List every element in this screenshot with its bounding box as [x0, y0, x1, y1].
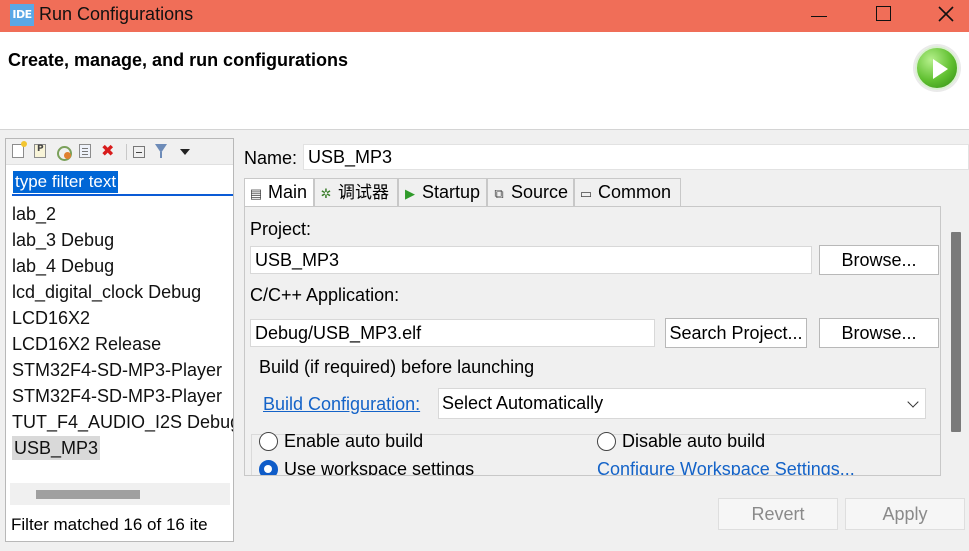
list-item-label: lab_2	[12, 204, 57, 224]
configure-workspace-settings-link[interactable]: Configure Workspace Settings...	[597, 459, 855, 475]
filter-status: Filter matched 16 of 16 ite	[11, 515, 208, 534]
list-item-label: lab_4 Debug	[12, 256, 115, 276]
use-workspace-settings-label[interactable]: Use workspace settings	[284, 459, 474, 475]
list-item-selected[interactable]: USB_MP3	[6, 435, 233, 461]
revert-button[interactable]: Revert	[718, 498, 838, 530]
build-configuration-select[interactable]: Select Automatically	[438, 388, 926, 419]
tab-bar: ▤ Main ✲ 调试器 ▶ Startup ⧉ Source ▭ Common	[244, 178, 969, 207]
configurations-toolbar: ✖	[6, 139, 233, 165]
list-item[interactable]: LCD16X2	[6, 305, 233, 331]
scrollbar-thumb[interactable]	[951, 232, 961, 432]
main-tab-icon: ▤	[249, 186, 263, 201]
list-item[interactable]: LCD16X2 Release	[6, 331, 233, 357]
list-item-label: STM32F4-SD-MP3-Player	[12, 360, 223, 380]
source-tab-icon: ⧉	[494, 186, 504, 201]
tab-label: 调试器	[338, 183, 390, 203]
header-title: Create, manage, and run configurations	[8, 50, 349, 70]
close-icon	[938, 6, 954, 22]
list-item[interactable]: STM32F4-SD-MP3-Player	[6, 383, 233, 409]
list-item-label: USB_MP3	[12, 436, 101, 460]
horizontal-scrollbar[interactable]	[10, 483, 230, 505]
export-icon[interactable]	[56, 144, 72, 161]
list-item-label: TUT_F4_AUDIO_I2S Debug	[12, 412, 233, 432]
list-item-label: LCD16X2	[12, 308, 91, 328]
main-tab-content: Project: USB_MP3 Browse... C/C++ Applica…	[244, 206, 941, 476]
disable-auto-build-label[interactable]: Disable auto build	[622, 431, 765, 452]
filter-icon[interactable]	[155, 144, 167, 158]
tab-label: Main	[268, 182, 308, 202]
project-browse-button[interactable]: Browse...	[819, 245, 939, 275]
debugger-tab-icon: ✲	[320, 186, 332, 201]
list-item[interactable]: STM32F4-SD-MP3-Player	[6, 357, 233, 383]
scrollbar-thumb[interactable]	[36, 490, 140, 499]
close-button[interactable]	[923, 0, 969, 32]
build-group-title: Build (if required) before launching	[259, 357, 539, 378]
common-tab-icon: ▭	[579, 186, 593, 201]
application-label: C/C++ Application:	[250, 285, 400, 305]
startup-tab-icon: ▶	[405, 186, 415, 201]
application-browse-button[interactable]: Browse...	[819, 318, 939, 348]
chevron-down-icon	[907, 396, 919, 408]
list-item[interactable]: TUT_F4_AUDIO_I2S Debug	[6, 409, 233, 435]
tab-debugger[interactable]: ✲ 调试器	[314, 178, 398, 206]
list-item[interactable]: lab_3 Debug	[6, 227, 233, 253]
tab-label: Source	[511, 182, 569, 202]
build-configuration-value: Select Automatically	[442, 393, 604, 413]
title-bar: IDE Run Configurations	[0, 0, 969, 32]
list-item-label: lab_3 Debug	[12, 230, 115, 250]
app-icon: IDE	[10, 4, 34, 26]
window-title: Run Configurations	[39, 4, 194, 24]
configurations-panel: ✖ type filter text lab_2 lab_3 Debug lab…	[5, 138, 234, 542]
list-item-label: LCD16X2 Release	[12, 334, 162, 354]
new-config-icon[interactable]	[12, 141, 27, 158]
dialog-header: Create, manage, and run configurations	[0, 32, 969, 130]
project-label: Project:	[250, 219, 312, 239]
configuration-editor: Name: USB_MP3 ▤ Main ✲ 调试器 ▶ Startup ⧉ S…	[240, 138, 969, 542]
application-input[interactable]: Debug/USB_MP3.elf	[250, 319, 655, 347]
run-play-icon	[915, 46, 959, 90]
search-project-button[interactable]: Search Project...	[665, 318, 807, 348]
duplicate-icon[interactable]	[79, 144, 91, 158]
name-input[interactable]: USB_MP3	[303, 144, 969, 170]
tab-label: Startup	[422, 182, 481, 202]
new-prototype-icon[interactable]	[34, 144, 46, 158]
view-menu-icon[interactable]	[180, 149, 190, 155]
use-workspace-settings-radio[interactable]	[259, 460, 278, 475]
delete-icon[interactable]: ✖	[101, 141, 117, 160]
collapse-all-icon[interactable]	[133, 146, 145, 158]
tab-label: Common	[598, 182, 672, 202]
tab-main[interactable]: ▤ Main	[244, 178, 314, 207]
list-item[interactable]: lcd_digital_clock Debug	[6, 279, 233, 305]
tab-source[interactable]: ⧉ Source	[487, 178, 574, 206]
maximize-button[interactable]	[859, 0, 905, 32]
project-input[interactable]: USB_MP3	[250, 246, 812, 274]
tab-common[interactable]: ▭ Common	[574, 178, 681, 206]
list-item-label: STM32F4-SD-MP3-Player	[12, 386, 223, 406]
build-configuration-link[interactable]: Build Configuration:	[263, 394, 420, 415]
list-item[interactable]: lab_4 Debug	[6, 253, 233, 279]
toolbar-divider	[126, 144, 127, 160]
disable-auto-build-radio[interactable]	[597, 432, 616, 451]
list-item-label: lcd_digital_clock Debug	[12, 282, 202, 302]
enable-auto-build-radio[interactable]	[259, 432, 278, 451]
apply-button[interactable]: Apply	[845, 498, 965, 530]
name-label: Name:	[244, 148, 298, 168]
filter-input-selected-text[interactable]: type filter text	[13, 171, 119, 193]
configurations-list: lab_2 lab_3 Debug lab_4 Debug lcd_digita…	[6, 201, 233, 481]
minimize-button[interactable]	[795, 0, 841, 32]
enable-auto-build-label[interactable]: Enable auto build	[284, 431, 423, 452]
list-item[interactable]: lab_2	[6, 201, 233, 227]
tab-startup[interactable]: ▶ Startup	[398, 178, 487, 206]
